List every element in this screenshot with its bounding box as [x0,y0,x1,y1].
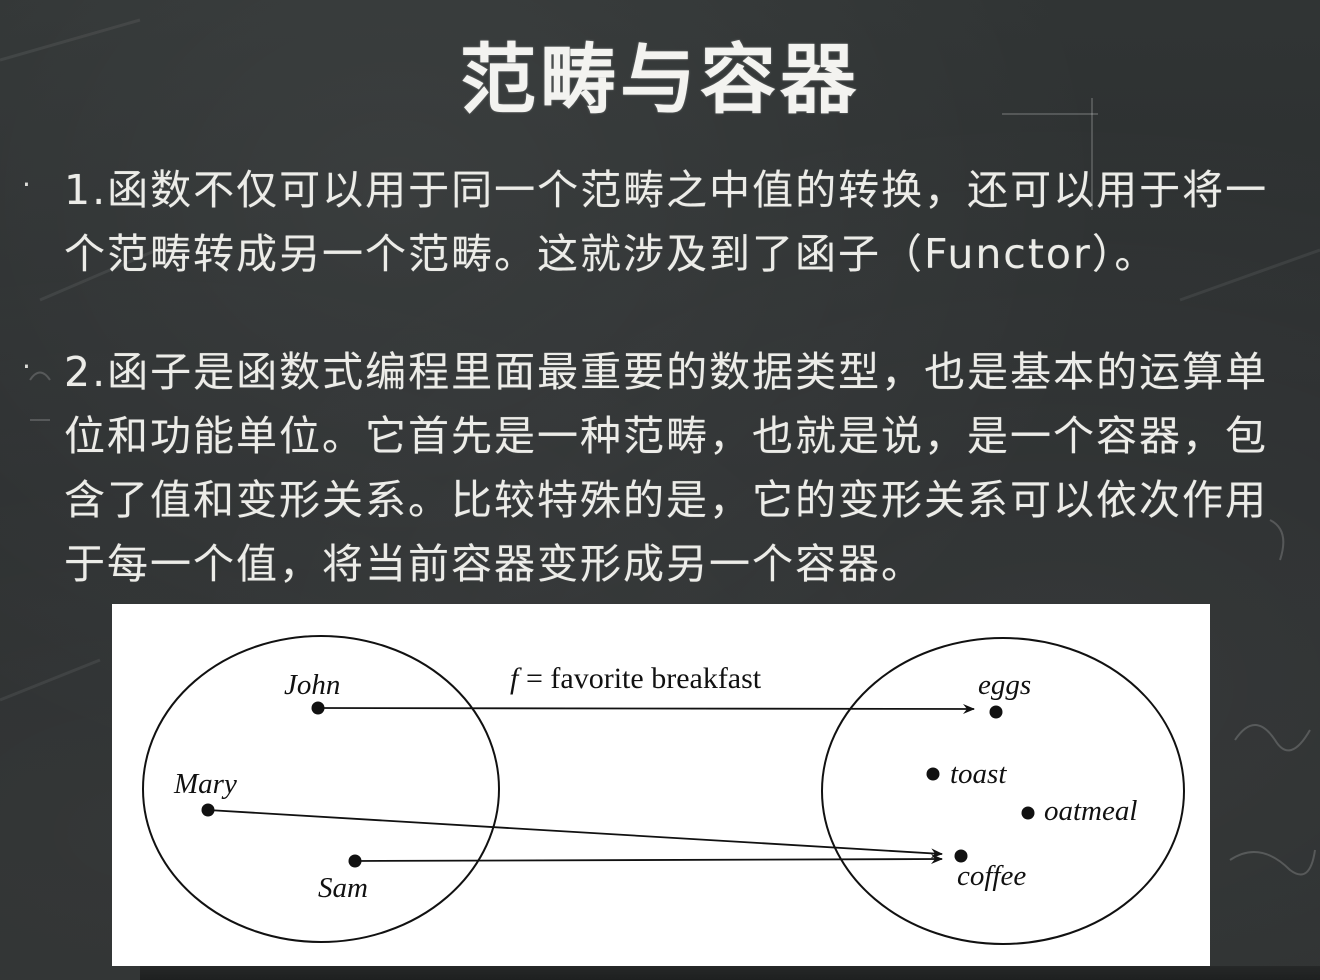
label-john: John [284,669,340,701]
function-label-caption: = favorite breakfast [526,662,762,695]
arrow-mary-to-coffee [207,809,943,859]
board-ledge [140,966,1320,980]
set-mapping-figure: f = favorite breakfast John Mary Sam egg… [112,604,1210,966]
chalk-scribble [1234,724,1311,752]
function-label-f: f [510,662,522,695]
set-mapping-diagram: f = favorite breakfast John Mary Sam egg… [142,635,1185,945]
paragraph-functions: 1.函数不仅可以用于同一个范畴之中值的转换，还可以用于将一个范畴转成另一个范畴。… [64,166,1269,278]
arrow-sam-to-coffee [354,854,943,865]
point-toast [926,767,940,781]
paragraph-functor: 2.函子是函数式编程里面最重要的数据类型，也是基本的运算单位和功能单位。它首先是… [64,348,1269,588]
label-toast: toast [950,758,1007,790]
slide-title: 范畴与容器 [460,35,860,124]
point-eggs [989,705,1003,719]
bullet-marker: · [22,168,31,201]
label-oatmeal: oatmeal [1044,795,1137,827]
point-oatmeal [1021,806,1035,820]
arrow-john-to-eggs [317,703,975,714]
chalk-scribble [1229,849,1316,876]
label-coffee: coffee [957,860,1026,892]
bullet-marker: · [22,350,31,383]
label-eggs: eggs [978,669,1031,701]
label-mary: Mary [173,768,237,800]
chalk-smudge [0,658,101,702]
label-sam: Sam [318,872,368,904]
